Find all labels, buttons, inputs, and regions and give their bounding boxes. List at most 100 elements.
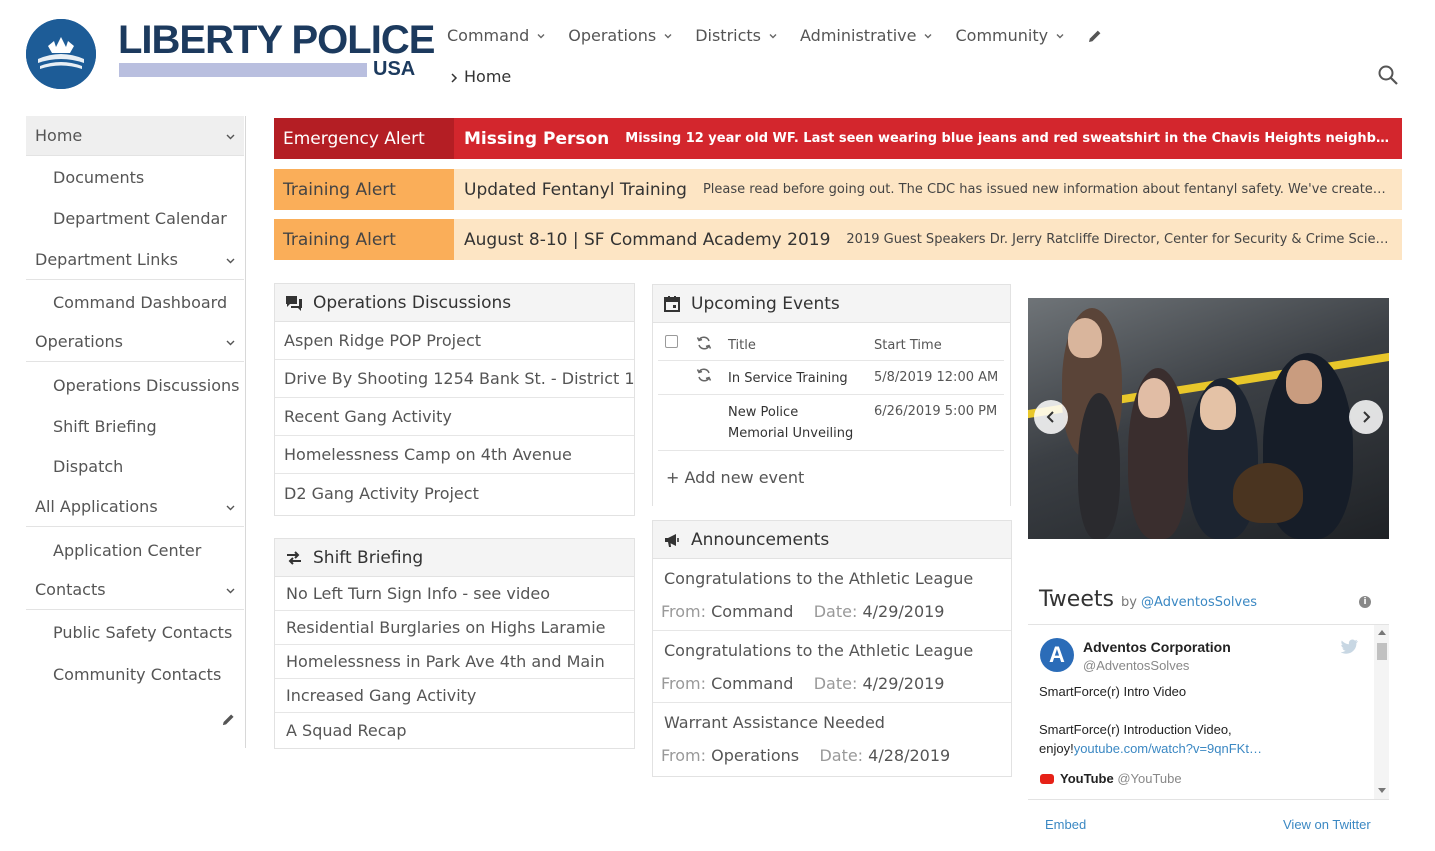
emergency-alert-banner[interactable]: Emergency Alert Missing Person Missing 1… (274, 118, 1402, 159)
upcoming-events-panel: Upcoming Events Title Start Time In Serv… (652, 284, 1011, 506)
brand-underline (119, 63, 367, 77)
embed-link[interactable]: Embed (1045, 817, 1086, 832)
list-item[interactable]: Homelessness in Park Ave 4th and Main (275, 645, 634, 679)
chevron-down-icon[interactable] (225, 337, 236, 348)
edit-links-pencil-icon[interactable] (221, 712, 236, 727)
column-title[interactable]: Title (728, 338, 756, 353)
carousel-prev-button[interactable] (1034, 400, 1068, 434)
recurrence-icon (696, 336, 712, 350)
sidebar-item-shift-briefing[interactable]: Shift Briefing (26, 406, 244, 446)
nav-administrative[interactable]: Administrative (800, 26, 933, 45)
scrollbar-thumb[interactable] (1377, 643, 1387, 660)
tweet-link[interactable]: youtube.com/watch?v=9qnFKt… (1074, 741, 1262, 756)
nav-districts[interactable]: Districts (695, 26, 778, 45)
list-item[interactable]: A Squad Recap (275, 713, 634, 747)
announcement-title[interactable]: Congratulations to the Athletic League (664, 569, 973, 588)
chevron-down-icon[interactable] (225, 585, 236, 596)
nav-community[interactable]: Community (955, 26, 1065, 45)
events-table: Title Start Time In Service Training 5/8… (658, 325, 1004, 451)
alert-type-label: Training Alert (274, 219, 454, 260)
select-all-checkbox[interactable] (665, 335, 678, 348)
sidebar-item-documents[interactable]: Documents (26, 157, 244, 197)
tweet-text-line: enjoy!youtube.com/watch?v=9qnFKt… (1039, 741, 1262, 756)
list-item[interactable]: Homelessness Camp on 4th Avenue (275, 436, 634, 474)
sidebar-item-community-contacts[interactable]: Community Contacts (26, 654, 244, 694)
list-item[interactable]: Congratulations to the Athletic League F… (653, 559, 1011, 631)
list-item[interactable]: Aspen Ridge POP Project (275, 322, 634, 360)
recurrence-icon (696, 368, 712, 382)
event-title-line-2[interactable]: Memorial Unveiling (728, 426, 853, 441)
sidebar-item-operations-discussions[interactable]: Operations Discussions (26, 365, 244, 405)
list-item[interactable]: Congratulations to the Athletic League F… (653, 631, 1011, 703)
tweet-author-name[interactable]: Adventos Corporation (1083, 639, 1231, 655)
add-new-event-link[interactable]: + Add new event (666, 468, 804, 487)
table-row[interactable]: In Service Training 5/8/2019 12:00 AM (658, 361, 1004, 395)
panel-title[interactable]: Upcoming Events (691, 294, 840, 314)
scroll-up-arrow-icon[interactable] (1378, 629, 1386, 635)
list-item[interactable]: Recent Gang Activity (275, 398, 634, 436)
alert-title: August 8-10 | SF Command Academy 2019 (464, 229, 831, 250)
sidebar-item-contacts[interactable]: Contacts (26, 570, 244, 610)
nav-command-label: Command (447, 26, 530, 45)
edit-nav-pencil-icon[interactable] (1087, 28, 1103, 44)
tweets-handle-link[interactable]: @AdventosSolves (1141, 595, 1257, 610)
megaphone-icon (665, 533, 679, 547)
scroll-down-arrow-icon[interactable] (1378, 788, 1386, 794)
list-item[interactable]: No Left Turn Sign Info - see video (275, 577, 634, 611)
sidebar-item-public-safety-contacts[interactable]: Public Safety Contacts (26, 612, 244, 652)
nav-command[interactable]: Command (447, 26, 546, 45)
sidebar-item-home[interactable]: Home (26, 116, 244, 156)
breadcrumb-current[interactable]: Home (464, 67, 511, 86)
sidebar-item-operations[interactable]: Operations (26, 322, 244, 362)
list-item[interactable]: Residential Burglaries on Highs Laramie (275, 611, 634, 645)
panel-header: Announcements (653, 521, 1011, 559)
tweet-timeline[interactable]: A Adventos Corporation @AdventosSolves S… (1028, 624, 1389, 800)
panel-title[interactable]: Operations Discussions (313, 293, 511, 313)
chevron-down-icon[interactable] (225, 502, 236, 513)
photo-carousel (1028, 298, 1389, 539)
sidebar-item-department-calendar[interactable]: Department Calendar (26, 198, 244, 238)
sidebar-item-application-center[interactable]: Application Center (26, 530, 244, 570)
training-alert-banner[interactable]: Training Alert August 8-10 | SF Command … (274, 219, 1402, 260)
announcement-date: 4/29/2019 (862, 602, 945, 621)
panel-title[interactable]: Announcements (691, 530, 829, 550)
twitter-bird-icon[interactable] (1341, 639, 1359, 654)
alert-text: 2019 Guest Speakers Dr. Jerry Ratcliffe … (846, 232, 1402, 247)
list-item[interactable]: Drive By Shooting 1254 Bank St. - Distri… (275, 360, 634, 398)
tweets-by: by @AdventosSolves (1121, 595, 1257, 610)
youtube-card-title[interactable]: YouTube @YouTube (1060, 771, 1182, 786)
announcement-title[interactable]: Congratulations to the Athletic League (664, 641, 973, 660)
sidebar-item-department-links[interactable]: Department Links (26, 240, 244, 280)
tweets-heading: Tweets (1039, 587, 1114, 612)
date-label: Date: (813, 602, 858, 621)
alert-text: Please read before going out. The CDC ha… (702, 182, 1402, 197)
column-start-time[interactable]: Start Time (874, 338, 942, 353)
search-icon[interactable] (1377, 64, 1399, 86)
info-icon[interactable]: i (1359, 596, 1371, 608)
liberty-logo-icon[interactable] (26, 19, 96, 89)
announcement-title[interactable]: Warrant Assistance Needed (664, 713, 885, 732)
photo-figure (1068, 318, 1102, 358)
carousel-next-button[interactable] (1349, 400, 1383, 434)
panel-title[interactable]: Shift Briefing (313, 548, 423, 568)
list-item[interactable]: Warrant Assistance Needed From: Operatio… (653, 703, 1011, 775)
view-on-twitter-link[interactable]: View on Twitter (1283, 817, 1371, 832)
event-title[interactable]: In Service Training (728, 371, 848, 386)
chevron-down-icon[interactable] (225, 131, 236, 142)
sidebar-item-label: Department Calendar (53, 208, 227, 228)
nav-operations[interactable]: Operations (568, 26, 673, 45)
table-row[interactable]: New Police Memorial Unveiling 6/26/2019 … (658, 395, 1004, 451)
training-alert-banner[interactable]: Training Alert Updated Fentanyl Training… (274, 169, 1402, 210)
list-item[interactable]: D2 Gang Activity Project (275, 474, 634, 512)
chevron-down-icon[interactable] (225, 255, 236, 266)
event-title[interactable]: New Police (728, 405, 798, 420)
avatar[interactable]: A (1040, 638, 1074, 672)
list-item[interactable]: Increased Gang Activity (275, 679, 634, 713)
sidebar-item-command-dashboard[interactable]: Command Dashboard (26, 282, 244, 322)
from-label: From: (661, 746, 707, 765)
tweet-scrollbar[interactable] (1374, 625, 1389, 799)
sidebar-item-dispatch[interactable]: Dispatch (26, 446, 244, 486)
event-start-time: 5/8/2019 12:00 AM (874, 370, 999, 385)
tweet-author-handle[interactable]: @AdventosSolves (1083, 658, 1189, 673)
sidebar-item-all-applications[interactable]: All Applications (26, 487, 244, 527)
